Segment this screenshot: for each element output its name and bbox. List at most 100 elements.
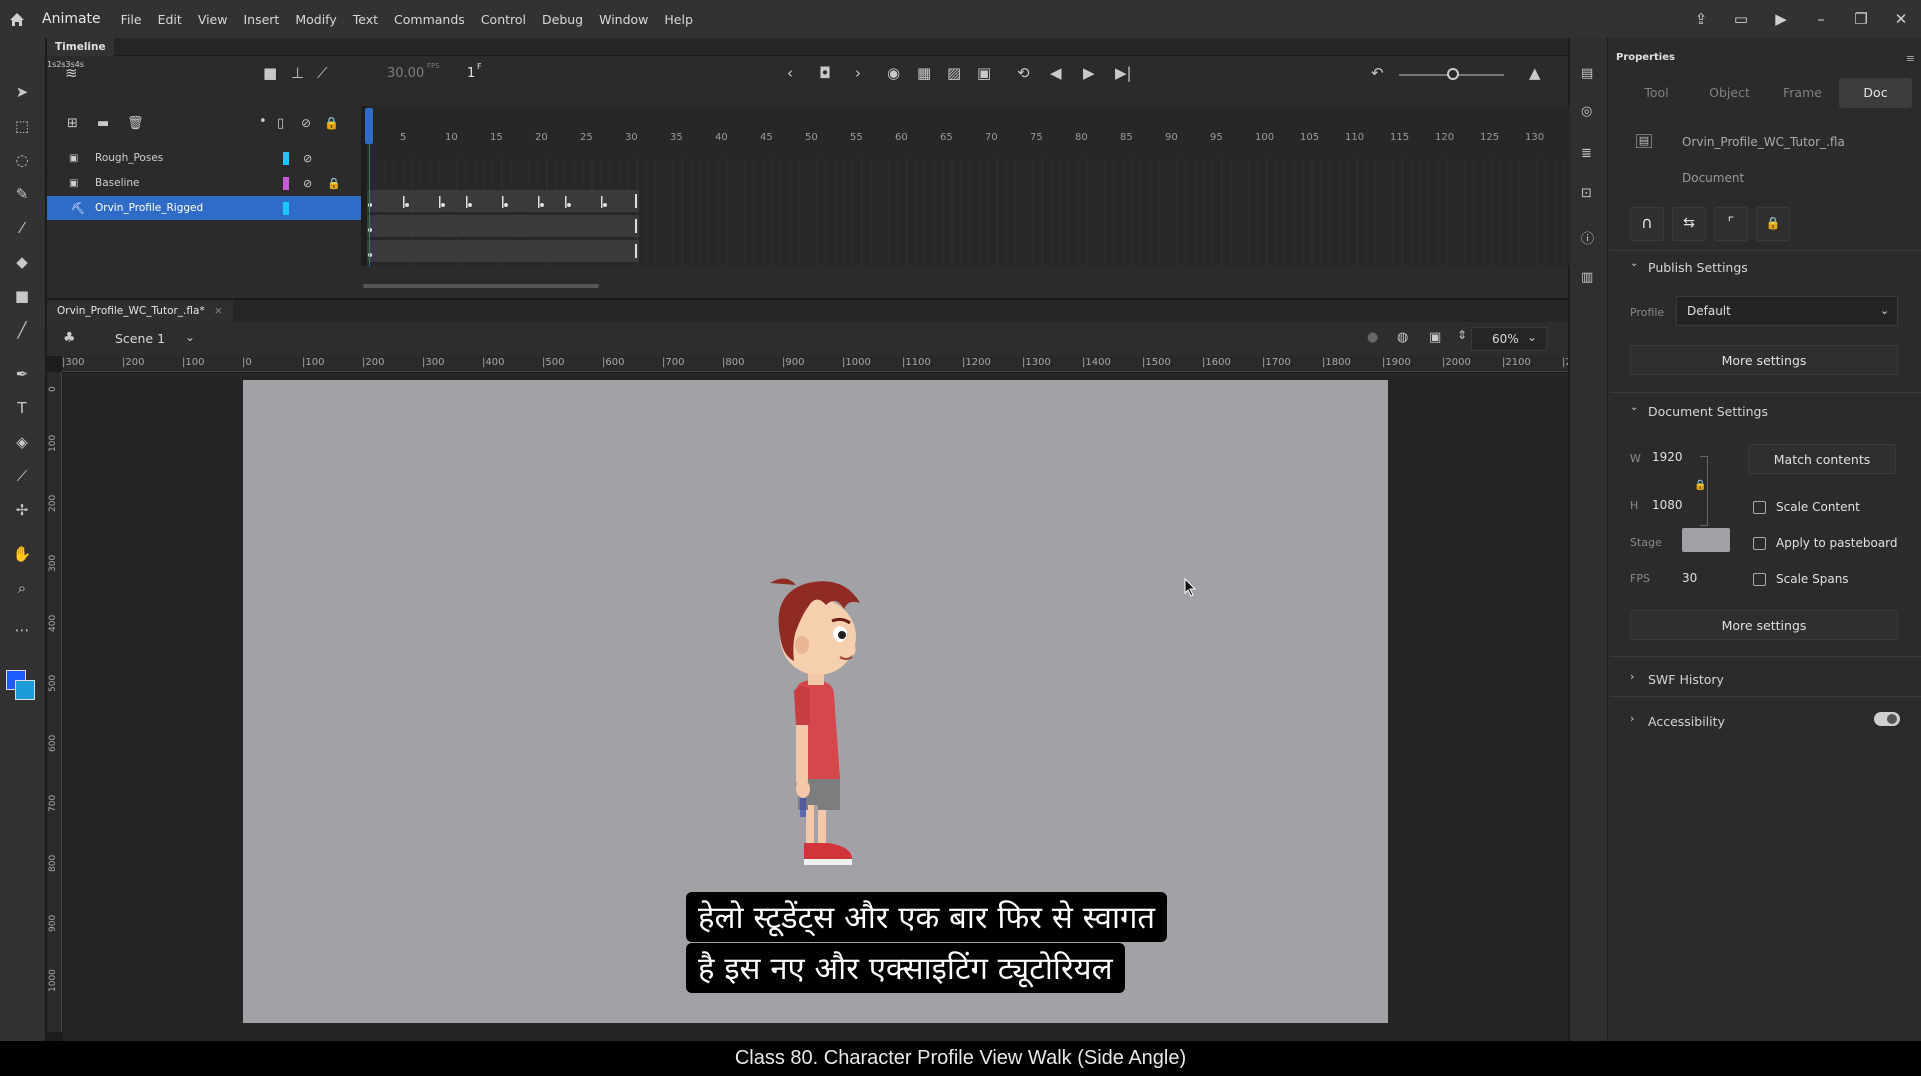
paint-brush-icon[interactable]: ✎ xyxy=(8,180,36,208)
zoom-tool-icon[interactable]: ⌕ xyxy=(8,574,36,602)
lock-button[interactable]: 🔒 xyxy=(1756,207,1790,241)
selection-tool-icon[interactable]: ➤ xyxy=(8,78,36,106)
info-icon[interactable]: ⓘ xyxy=(1581,228,1594,247)
menu-edit[interactable]: Edit xyxy=(158,12,182,27)
snap-icon[interactable]: ● xyxy=(1367,330,1378,345)
hidden-icon[interactable]: ⊘ xyxy=(303,177,312,190)
step-back-icon[interactable]: ◀ xyxy=(1050,64,1062,82)
frame-tool-icon[interactable]: ▣ xyxy=(977,64,991,82)
tab-object[interactable]: Object xyxy=(1693,78,1766,108)
layer-name[interactable]: Orvin_Profile_Rigged xyxy=(95,202,203,214)
scale-content-checkbox[interactable] xyxy=(1753,501,1766,514)
fps-value[interactable]: 30.00 xyxy=(387,66,424,81)
outline-icon[interactable]: ▯ xyxy=(277,116,284,131)
layer-name[interactable]: Rough_Poses xyxy=(95,152,163,164)
menu-commands[interactable]: Commands xyxy=(394,12,465,27)
graph-icon[interactable]: ⟋ xyxy=(317,64,328,82)
undo-icon[interactable]: ↶ xyxy=(1371,64,1384,82)
menu-debug[interactable]: Debug xyxy=(542,12,583,27)
new-folder-icon[interactable]: ▬ xyxy=(97,116,109,131)
text-tool-icon[interactable]: T xyxy=(8,394,36,422)
fps-field[interactable]: 30 xyxy=(1682,571,1697,585)
rectangle-tool-icon[interactable]: ■ xyxy=(8,282,36,310)
menu-help[interactable]: Help xyxy=(664,12,693,27)
play-icon[interactable]: ▶ xyxy=(1083,64,1095,82)
lock-all-icon[interactable]: 🔒 xyxy=(324,116,339,130)
tab-doc[interactable]: Doc xyxy=(1839,78,1912,108)
menu-window[interactable]: Window xyxy=(599,12,648,27)
hand-tool-icon[interactable]: ✋ xyxy=(8,540,36,568)
timeline-scrollbar[interactable] xyxy=(363,284,599,288)
create-tween-icon[interactable]: ▨ xyxy=(947,64,961,82)
chevron-down-icon[interactable]: ⌄ xyxy=(1630,258,1638,269)
prev-keyframe-icon[interactable]: ‹ xyxy=(787,64,793,82)
width-value[interactable]: 1920 xyxy=(1652,450,1683,464)
zoom-dropdown-icon[interactable]: ⌄ xyxy=(1527,330,1537,344)
tab-frame[interactable]: Frame xyxy=(1766,78,1839,108)
camera-icon[interactable]: ■ xyxy=(263,64,277,82)
next-keyframe-icon[interactable]: › xyxy=(855,64,861,82)
transform-icon[interactable]: ⊡ xyxy=(1581,186,1592,201)
hidden-icon[interactable]: ⊘ xyxy=(303,152,312,165)
minimize-icon[interactable]: – xyxy=(1801,10,1841,28)
document-settings-header[interactable]: Document Settings xyxy=(1648,404,1768,419)
new-layer-icon[interactable]: ⊞ xyxy=(67,116,78,131)
layer-color-swatch[interactable] xyxy=(283,151,289,165)
camera-view-icon[interactable]: ◍ xyxy=(1397,330,1408,345)
line-tool-icon[interactable]: ╱ xyxy=(8,316,36,344)
align-icon[interactable]: ≣ xyxy=(1581,146,1592,161)
share-icon[interactable]: ⇪ xyxy=(1681,10,1721,28)
eyedropper-icon[interactable]: ⟋ xyxy=(8,462,36,490)
free-transform-icon[interactable]: ⬚ xyxy=(8,112,36,140)
scale-spans-checkbox[interactable] xyxy=(1753,573,1766,586)
timeline-tab[interactable]: Timeline xyxy=(47,38,114,56)
document-more-settings-button[interactable]: More settings xyxy=(1630,610,1898,640)
apply-pasteboard-checkbox[interactable] xyxy=(1753,537,1766,550)
frame-value[interactable]: 1 xyxy=(467,66,475,81)
pen-tool-icon[interactable]: ✒ xyxy=(8,360,36,388)
layer-depth-icon[interactable]: ⊥ xyxy=(291,64,304,82)
layer-row[interactable]: ▣ Baseline ⊘ 🔒 xyxy=(47,171,361,196)
publish-more-settings-button[interactable]: More settings xyxy=(1630,345,1898,375)
scene-icon[interactable]: ♣ xyxy=(63,330,76,346)
fill-color-swatch[interactable] xyxy=(15,680,35,700)
assets-icon[interactable]: ◎ xyxy=(1581,104,1592,119)
library-icon[interactable]: ▤ xyxy=(1581,66,1593,81)
layer-depth-button[interactable]: ⇆ xyxy=(1672,207,1706,241)
stage-color-swatch[interactable] xyxy=(1682,528,1730,552)
home-icon[interactable] xyxy=(4,8,30,30)
edit-multiple-icon[interactable]: ▦ xyxy=(917,64,931,82)
character-orvin[interactable] xyxy=(748,565,878,875)
timeline-zoom-handle[interactable] xyxy=(1447,68,1459,80)
zoom-stepper-icon[interactable]: ⇕ xyxy=(1457,328,1467,342)
lock-icon[interactable]: 🔒 xyxy=(327,177,341,190)
onion-skin-icon[interactable]: ◉ xyxy=(887,64,900,82)
more-tools-icon[interactable]: ⋯ xyxy=(8,616,36,644)
corner-button[interactable]: ⌜ xyxy=(1714,207,1748,241)
menu-text[interactable]: Text xyxy=(353,12,378,27)
height-value[interactable]: 1080 xyxy=(1652,498,1683,512)
lasso-icon[interactable]: ◌ xyxy=(8,146,36,174)
test-movie-icon[interactable]: ▶ xyxy=(1761,10,1801,28)
chevron-down-icon[interactable]: ⌄ xyxy=(185,330,195,344)
visibility-icon[interactable]: ⊘ xyxy=(301,116,311,130)
workspace-icon[interactable]: ▭ xyxy=(1721,10,1761,28)
tab-tool[interactable]: Tool xyxy=(1620,78,1693,108)
accessibility-header[interactable]: Accessibility xyxy=(1648,714,1725,729)
eraser-icon[interactable]: ◆ xyxy=(8,248,36,276)
trash-icon[interactable]: 🗑 xyxy=(127,116,144,131)
insert-keyframe-icon[interactable]: ◘ xyxy=(819,64,831,82)
playhead[interactable] xyxy=(365,108,373,144)
menu-file[interactable]: File xyxy=(121,12,142,27)
match-contents-button[interactable]: Match contents xyxy=(1748,444,1896,474)
layer-color-swatch[interactable] xyxy=(283,201,289,215)
menu-insert[interactable]: Insert xyxy=(243,12,279,27)
menu-view[interactable]: View xyxy=(198,12,228,27)
snap-icon-button[interactable]: ∩ xyxy=(1630,207,1664,241)
chevron-down-icon[interactable]: ⌄ xyxy=(1880,304,1889,317)
swf-history-header[interactable]: SWF History xyxy=(1648,672,1724,687)
layers-icon[interactable]: ≋ xyxy=(65,64,78,82)
chevron-right-icon[interactable]: › xyxy=(1630,712,1634,725)
menu-modify[interactable]: Modify xyxy=(295,12,336,27)
clip-icon[interactable]: ▣ xyxy=(1429,330,1441,345)
